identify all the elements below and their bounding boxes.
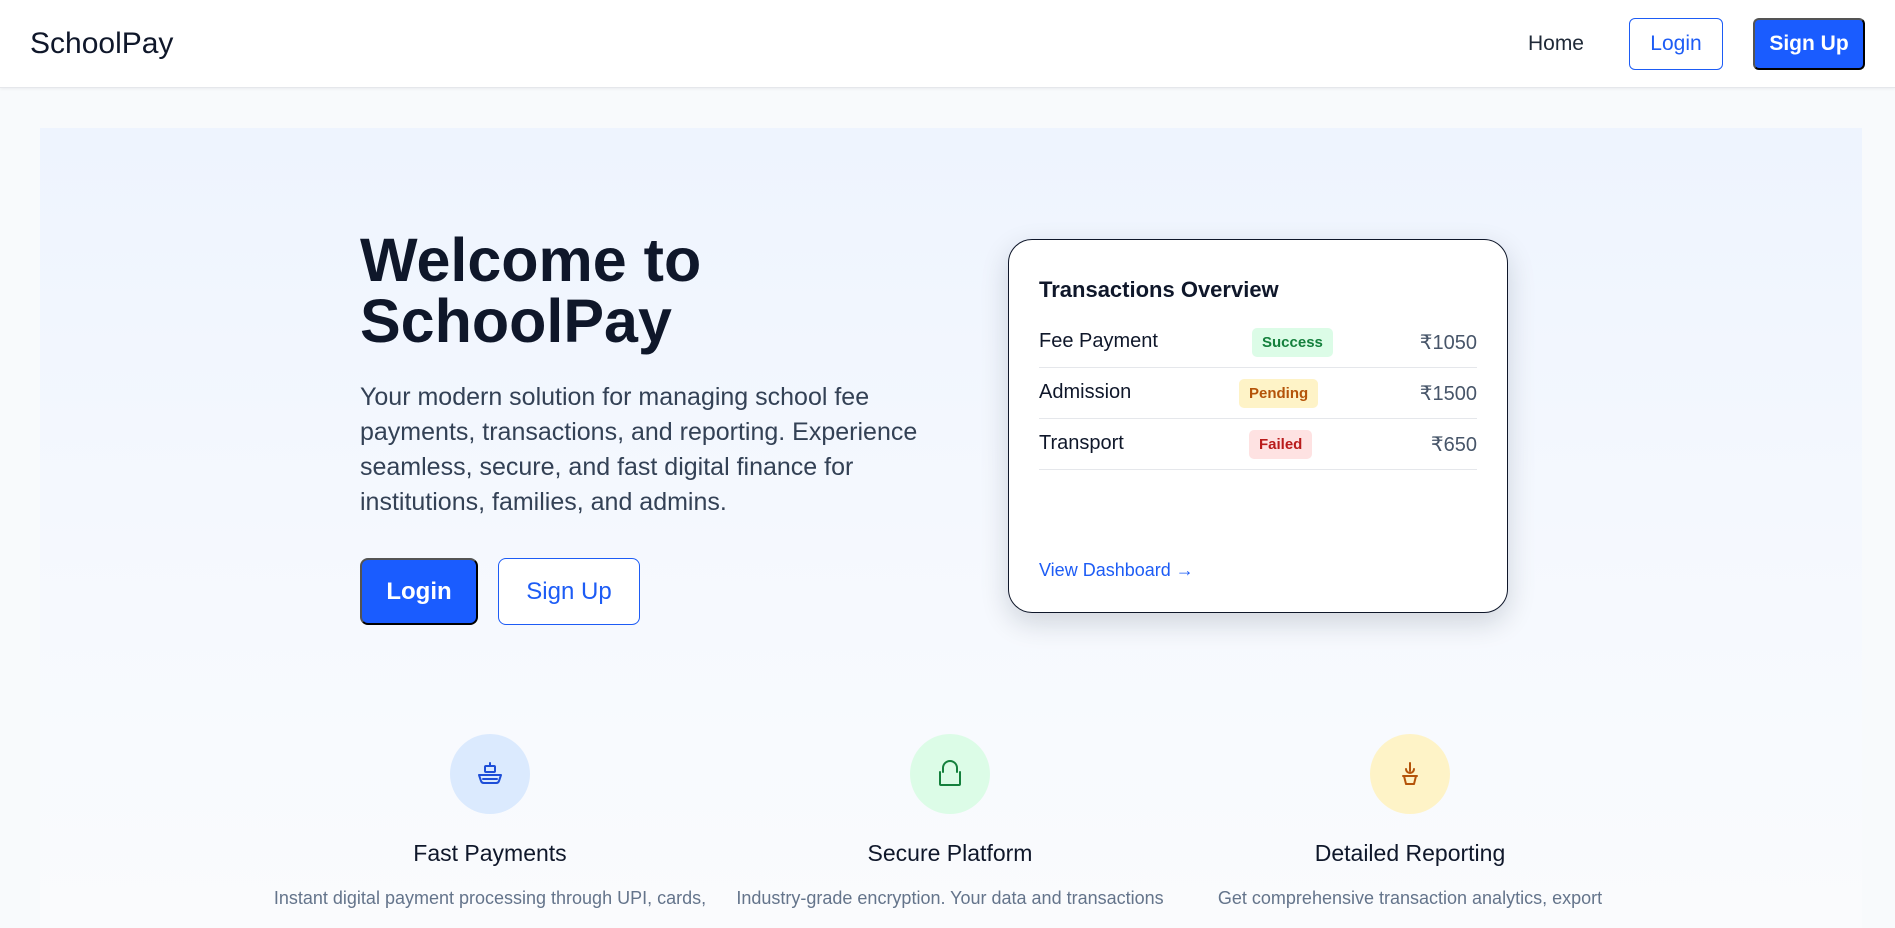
transaction-amount: ₹650 [1430, 434, 1477, 456]
feature-fast-payments: Fast Payments Instant digital payment pr… [270, 734, 710, 911]
transaction-row: Fee Payment Success ₹1050 [1039, 317, 1477, 368]
transaction-name: Admission [1039, 381, 1132, 403]
feature-title: Secure Platform [867, 840, 1033, 866]
transactions-title: Transactions Overview [1039, 277, 1279, 302]
transactions-card: Transactions Overview Fee Payment Succes… [1008, 239, 1508, 613]
hero-signup-button[interactable]: Sign Up [498, 558, 640, 625]
brand-logo[interactable]: SchoolPay [30, 27, 173, 61]
transactions-list: Fee Payment Success ₹1050 Admission Pend… [1039, 317, 1477, 470]
transaction-name: Transport [1039, 432, 1124, 454]
nav-login-button[interactable]: Login [1629, 17, 1723, 70]
feature-description: Get comprehensive transaction analytics,… [1217, 888, 1603, 908]
status-badge-failed: Failed [1249, 430, 1313, 459]
transaction-amount: ₹1500 [1419, 383, 1477, 405]
transaction-row: Transport Failed ₹650 [1039, 419, 1477, 470]
lock-icon [910, 734, 990, 814]
navbar: SchoolPay Home Login Sign Up [0, 0, 1895, 88]
hero-login-button[interactable]: Login [360, 558, 478, 625]
feature-title: Detailed Reporting [1314, 840, 1506, 866]
status-badge-success: Success [1252, 328, 1333, 357]
nav-home-link[interactable]: Home [1528, 32, 1584, 56]
report-icon [1370, 734, 1450, 814]
feature-title: Fast Payments [413, 840, 567, 866]
hero-title: Welcome to SchoolPay [360, 226, 702, 355]
transaction-amount: ₹1050 [1419, 332, 1477, 354]
feature-description: Industry-grade encryption. Your data and… [736, 888, 1164, 908]
view-dashboard-link[interactable]: View Dashboard → [1039, 560, 1194, 581]
feature-detailed-reporting: Detailed Reporting Get comprehensive tra… [1190, 734, 1630, 911]
feature-secure-platform: Secure Platform Industry-grade encryptio… [730, 734, 1170, 911]
transaction-name: Fee Payment [1039, 330, 1158, 352]
transaction-row: Admission Pending ₹1500 [1039, 368, 1477, 419]
feature-description: Instant digital payment processing throu… [273, 888, 707, 908]
nav-actions: Home Login Sign Up [1528, 17, 1865, 70]
payment-icon [450, 734, 530, 814]
nav-signup-button[interactable]: Sign Up [1753, 17, 1865, 70]
status-badge-pending: Pending [1239, 379, 1319, 408]
hero-subtitle: Your modern solution for managing school… [360, 383, 918, 516]
